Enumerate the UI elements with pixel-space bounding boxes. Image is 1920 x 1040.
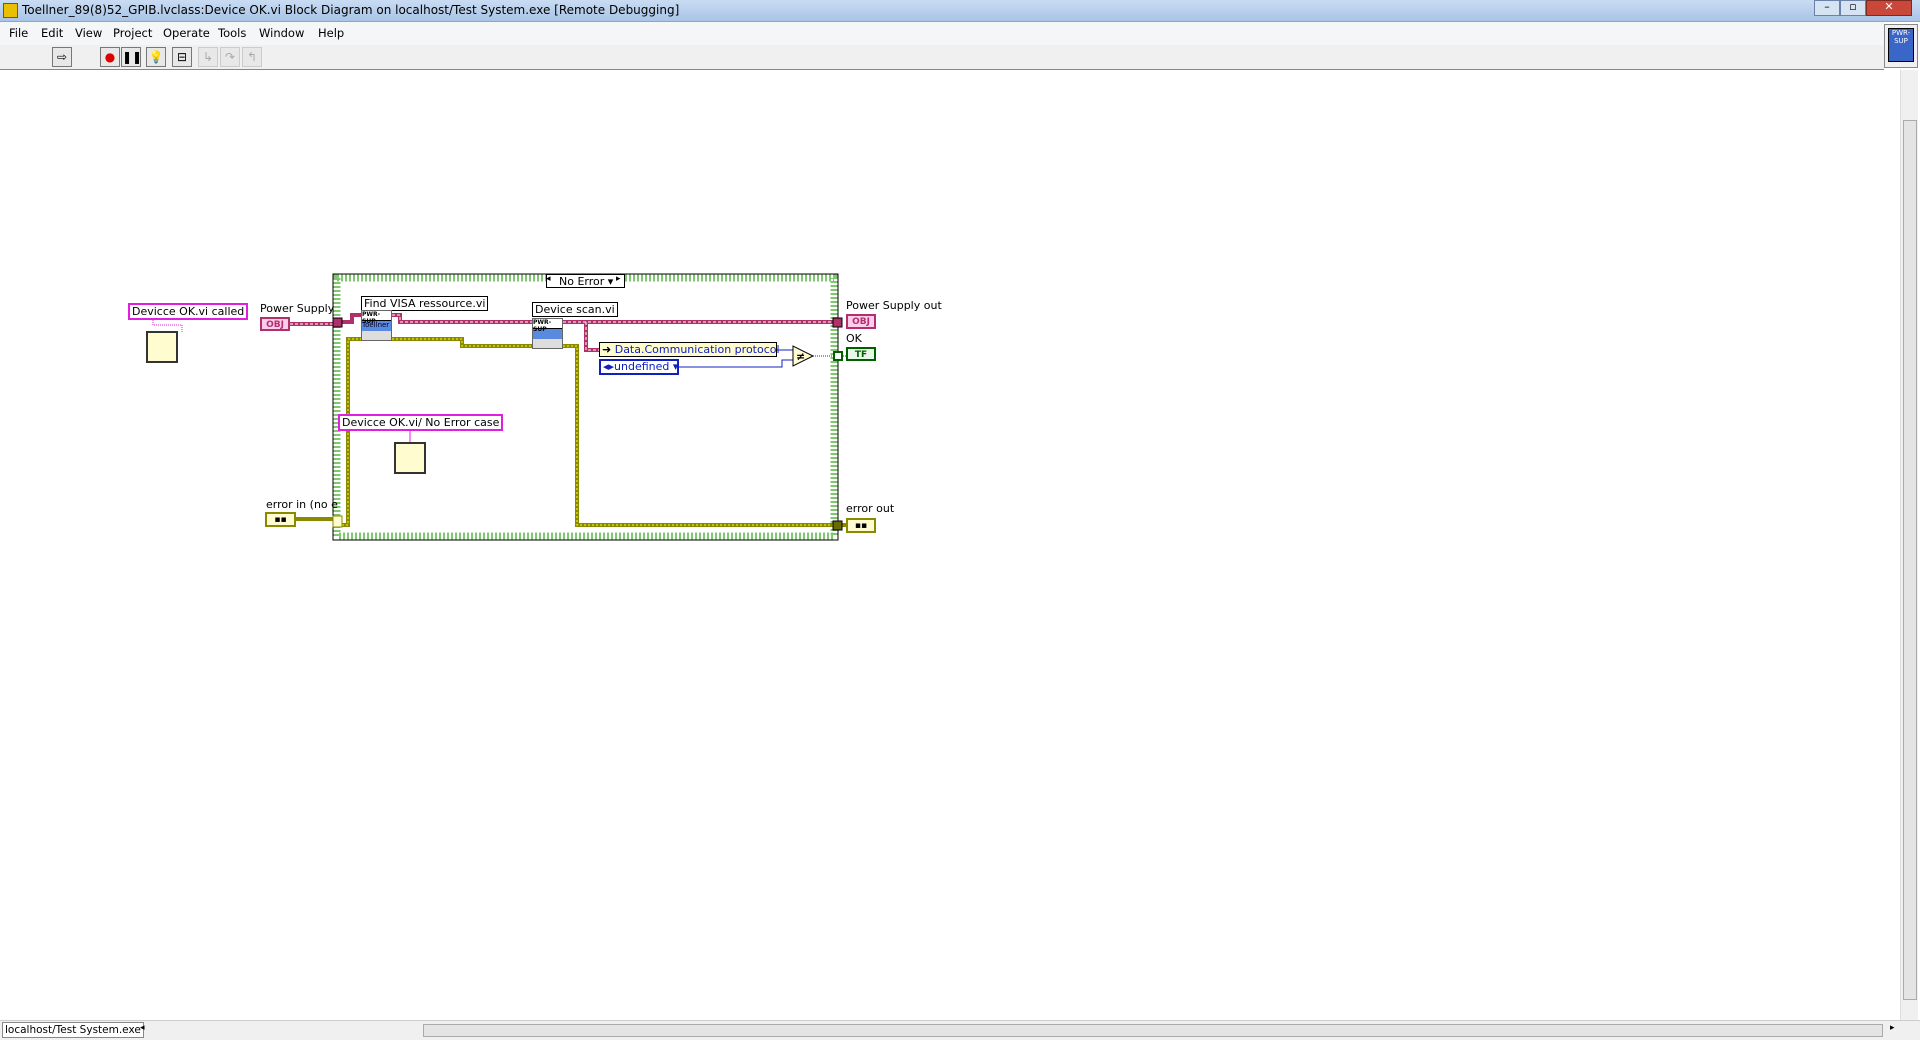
error-out-label: error out <box>846 502 895 515</box>
ok-label: OK <box>846 332 862 345</box>
bool-tunnel-out <box>833 351 843 361</box>
class-tunnel-out <box>832 317 843 328</box>
case-selector-label: No Error <box>559 275 605 288</box>
error-in-terminal[interactable]: ▪▪ <box>265 512 296 527</box>
error-out-terminal[interactable]: ▪▪ <box>846 518 876 533</box>
device-scan-subvi[interactable]: PWR-SUP <box>532 318 563 349</box>
vertical-scrollbar[interactable] <box>1900 70 1918 1020</box>
log-message-node-icon[interactable] <box>146 331 178 363</box>
scroll-right-icon[interactable]: ▸ <box>1890 1023 1895 1033</box>
power-supply-out-label: Power Supply out <box>846 299 942 312</box>
find-visa-label: Find VISA ressource.vi <box>361 296 489 311</box>
vertical-scroll-thumb[interactable] <box>1903 120 1917 1000</box>
increment-case-icon[interactable]: ▸ <box>616 274 621 284</box>
power-supply-out-terminal[interactable]: OBJ <box>846 314 876 329</box>
property-node[interactable]: ➜ Data.Communication protocol <box>599 342 780 357</box>
svg-text:≠: ≠ <box>796 350 805 363</box>
scroll-left-icon[interactable]: ◂ <box>140 1023 145 1033</box>
error-in-label: error in (no e <box>266 498 338 511</box>
enum-constant[interactable]: ◂▸undefined ▾ <box>599 359 679 375</box>
device-scan-label: Device scan.vi <box>532 302 618 317</box>
status-bar: localhost/Test System.exe ◂ ▸ <box>0 1020 1920 1040</box>
case-selector[interactable]: No Error ▾ <box>546 274 625 288</box>
find-visa-subvi[interactable]: PWR-SUP Toellner <box>361 310 392 341</box>
comment-called: Devicce OK.vi called <box>128 303 249 320</box>
decrement-case-icon[interactable]: ◂ <box>546 274 551 284</box>
application-context[interactable]: localhost/Test System.exe <box>2 1022 144 1038</box>
comment-no-error-case: Devicce OK.vi/ No Error case <box>338 414 504 431</box>
horizontal-scroll-thumb[interactable] <box>423 1024 1883 1037</box>
power-supply-in-label: Power Supply <box>260 302 335 315</box>
class-tunnel-in <box>332 317 343 328</box>
power-supply-in-terminal[interactable]: OBJ <box>260 317 290 331</box>
ok-terminal[interactable]: TF <box>846 347 876 361</box>
case-selector-terminal <box>332 515 343 528</box>
arrow-icon: ➜ <box>602 343 612 356</box>
property-name: Data.Communication protocol <box>614 343 780 356</box>
log-message-node-icon[interactable] <box>394 442 426 474</box>
error-tunnel-out <box>832 520 843 531</box>
